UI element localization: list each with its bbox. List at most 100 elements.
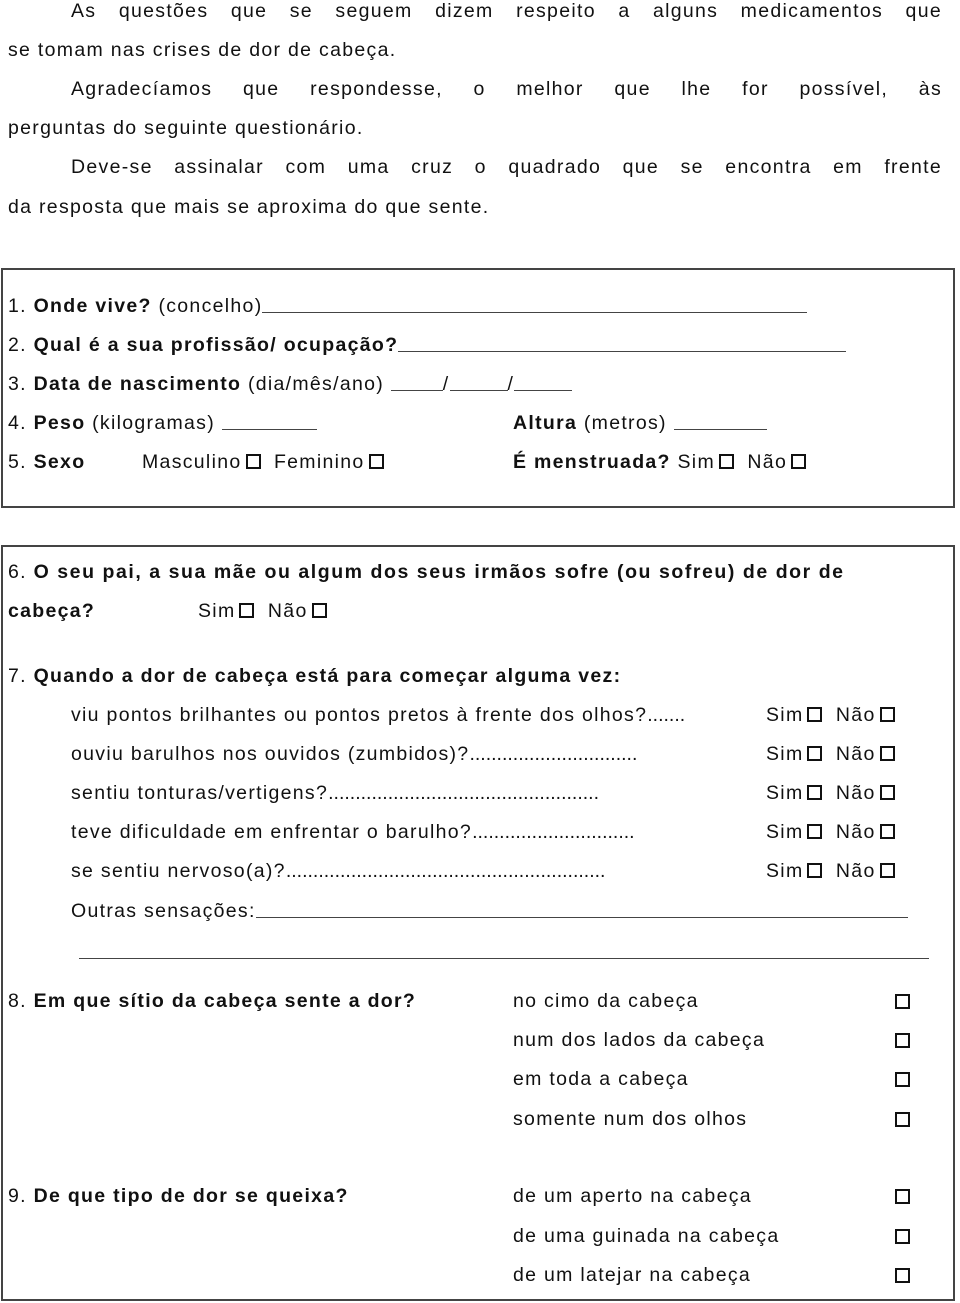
q3-hint: (dia/mês/ano): [247, 373, 385, 395]
q7-yes-label: Sim: [766, 860, 804, 882]
q6-label: O seu pai, a sua mãe ou algum dos seus i…: [33, 561, 845, 583]
q6-number: 6.: [8, 561, 27, 583]
q7-item-text: viu pontos brilhantes ou pontos pretos à…: [71, 704, 648, 726]
q6-label-cont: cabeça?: [8, 600, 96, 622]
q4-weight-hint: (kilogramas): [92, 412, 215, 434]
q7-item-leader: ..............................: [472, 821, 635, 843]
q9-label: De que tipo de dor se queixa?: [33, 1185, 349, 1207]
q3-day-field[interactable]: [390, 374, 443, 391]
q7-item-text: teve dificuldade em enfrentar o barulho?: [71, 821, 473, 843]
q5-female-checkbox[interactable]: [368, 454, 384, 469]
q3-row: 3. Data de nascimento (dia/mês/ano) / /: [8, 373, 573, 395]
q3-separator: /: [507, 373, 515, 395]
q8-option1-checkbox[interactable]: [895, 994, 910, 1009]
intro-p2-line1: Agradecíamos que respondesse, o melhor q…: [71, 78, 942, 100]
q7-item1-yes-checkbox[interactable]: [807, 707, 823, 722]
intro-p3-line1: Deve-se assinalar com uma cruz o quadrad…: [71, 156, 942, 178]
q7-other-field-line2[interactable]: [79, 958, 929, 959]
q9-option1-checkbox[interactable]: [895, 1189, 910, 1204]
q7-number: 7.: [8, 665, 27, 687]
q2-label: Qual é a sua profissão/ ocupação?: [33, 334, 399, 356]
q7-item2-no-checkbox[interactable]: [879, 746, 895, 761]
q7-item-options: Sim Não: [766, 782, 895, 804]
q7-yes-label: Sim: [766, 782, 804, 804]
q7-row: 7. Quando a dor de cabeça está para come…: [8, 665, 621, 687]
q6-yes-checkbox[interactable]: [239, 603, 255, 618]
q7-item-leader: .......: [647, 704, 686, 726]
q5-menstruation-label: É menstruada?: [513, 451, 671, 473]
q5-no-label: Não: [747, 451, 788, 473]
q7-item5-yes-checkbox[interactable]: [807, 863, 823, 878]
intro-p1-line2: se tomam nas crises de dor de cabeça.: [8, 39, 397, 61]
q1-number: 1.: [8, 295, 27, 317]
q4-height-field[interactable]: [673, 413, 767, 430]
q9-option3-checkbox[interactable]: [895, 1268, 910, 1283]
q7-yes-label: Sim: [766, 743, 804, 765]
q7-item4-no-checkbox[interactable]: [879, 824, 895, 839]
q9-option-label: de um aperto na cabeça: [513, 1185, 752, 1207]
q5-option-female-label: Feminino: [273, 451, 365, 473]
q7-item5-no-checkbox[interactable]: [879, 863, 895, 878]
q7-item: teve dificuldade em enfrentar o barulho?…: [71, 821, 635, 843]
q3-year-field[interactable]: [514, 374, 573, 391]
q9-row: 9. De que tipo de dor se queixa?: [8, 1185, 349, 1207]
q8-option3-checkbox[interactable]: [895, 1072, 910, 1087]
q7-item-options: Sim Não: [766, 821, 895, 843]
q3-separator: /: [442, 373, 450, 395]
q4-weight-field[interactable]: [221, 413, 317, 430]
q5-yes-checkbox[interactable]: [718, 454, 734, 469]
q8-row: 8. Em que sítio da cabeça sente a dor?: [8, 990, 416, 1012]
q5-label: Sexo: [33, 451, 86, 473]
q8-option-label: em toda a cabeça: [513, 1068, 689, 1090]
intro-p3-line2: da resposta que mais se aproxima do que …: [8, 196, 490, 218]
q6-row: 6. O seu pai, a sua mãe ou algum dos seu…: [8, 561, 948, 583]
q5-number: 5.: [8, 451, 27, 473]
q6-row-2: cabeça?: [8, 600, 95, 622]
q7-item3-no-checkbox[interactable]: [879, 785, 895, 800]
q1-residence-field[interactable]: [262, 296, 808, 313]
q5-option-male-label: Masculino: [142, 451, 242, 473]
q5-menstruation-row: É menstruada? Sim Não: [513, 451, 807, 473]
q9-number: 9.: [8, 1185, 27, 1207]
q8-option-label: num dos lados da cabeça: [513, 1029, 766, 1051]
q1-row: 1. Onde vive? (concelho): [8, 295, 808, 317]
q5-yes-label: Sim: [677, 451, 715, 473]
q7-item-leader: ........................................…: [285, 860, 606, 882]
q2-row: 2. Qual é a sua profissão/ ocupação?: [8, 334, 847, 356]
q8-option2-checkbox[interactable]: [895, 1033, 910, 1048]
q6-no-label: Não: [267, 600, 308, 622]
q7-item-leader: ...............................: [469, 743, 638, 765]
q6-no-checkbox[interactable]: [311, 603, 327, 618]
q9-option2-checkbox[interactable]: [895, 1229, 910, 1244]
q8-number: 8.: [8, 990, 27, 1012]
q7-no-label: Não: [835, 821, 876, 843]
q3-number: 3.: [8, 373, 27, 395]
q4-weight-label: Peso: [33, 412, 86, 434]
q1-label: Onde vive?: [33, 295, 152, 317]
q7-item-text: se sentiu nervoso(a)?: [71, 860, 286, 882]
q7-item-text: ouviu barulhos nos ouvidos (zumbidos)?: [71, 743, 470, 765]
q7-yes-label: Sim: [766, 704, 804, 726]
q7-other-field[interactable]: [255, 901, 908, 918]
intro-p2-line2: perguntas do seguinte questionário.: [8, 117, 364, 139]
q7-no-label: Não: [835, 860, 876, 882]
q7-item2-yes-checkbox[interactable]: [807, 746, 823, 761]
q4-height-label: Altura: [513, 412, 578, 434]
q7-item3-yes-checkbox[interactable]: [807, 785, 823, 800]
q7-item1-no-checkbox[interactable]: [879, 707, 895, 722]
q5-no-checkbox[interactable]: [791, 454, 807, 469]
q3-label: Data de nascimento: [33, 373, 242, 395]
q7-item-options: Sim Não: [766, 704, 895, 726]
q6-options: Sim Não: [198, 600, 327, 622]
q8-option4-checkbox[interactable]: [895, 1112, 910, 1127]
q2-number: 2.: [8, 334, 27, 356]
q5-male-checkbox[interactable]: [245, 454, 261, 469]
q7-yes-label: Sim: [766, 821, 804, 843]
q3-month-field[interactable]: [449, 374, 508, 391]
q2-occupation-field[interactable]: [398, 335, 847, 352]
q4-height-hint: (metros): [583, 412, 667, 434]
q7-item4-yes-checkbox[interactable]: [807, 824, 823, 839]
q6-yes-label: Sim: [198, 600, 236, 622]
q9-option-label: de uma guinada na cabeça: [513, 1225, 780, 1247]
q4-height-row: Altura (metros): [513, 412, 767, 434]
